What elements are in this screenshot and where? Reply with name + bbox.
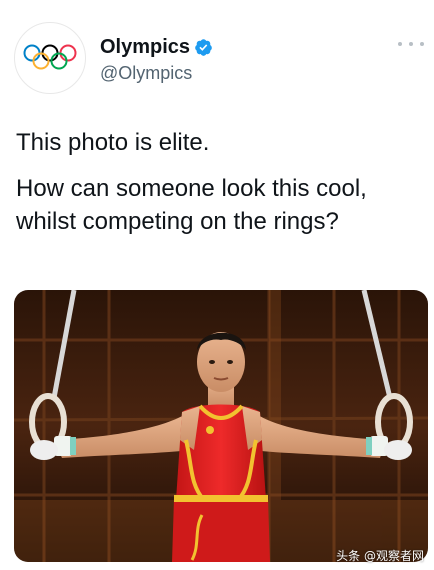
- tweet-text-line2: How can someone look this cool, whilst c…: [16, 175, 367, 235]
- dot-icon: [409, 42, 413, 46]
- gymnast-rings-photo: [14, 290, 428, 562]
- tweet-photo[interactable]: [14, 290, 428, 562]
- author-name[interactable]: Olympics: [100, 36, 190, 58]
- avatar[interactable]: [14, 22, 86, 94]
- dot-icon: [398, 42, 402, 46]
- tweet-header: Olympics @Olympics: [0, 0, 434, 100]
- verified-badge-icon: [195, 38, 212, 56]
- olympic-rings-icon: [23, 44, 77, 70]
- tweet-text-line1: This photo is elite.: [16, 129, 210, 156]
- tweet-text: This photo is elite. How can someone loo…: [16, 126, 426, 238]
- dot-icon: [420, 42, 424, 46]
- author-name-row: Olympics: [100, 36, 213, 58]
- watermark: 头条 @观察者网: [336, 549, 424, 563]
- more-options-button[interactable]: [398, 36, 424, 52]
- author-handle[interactable]: @Olympics: [100, 62, 192, 84]
